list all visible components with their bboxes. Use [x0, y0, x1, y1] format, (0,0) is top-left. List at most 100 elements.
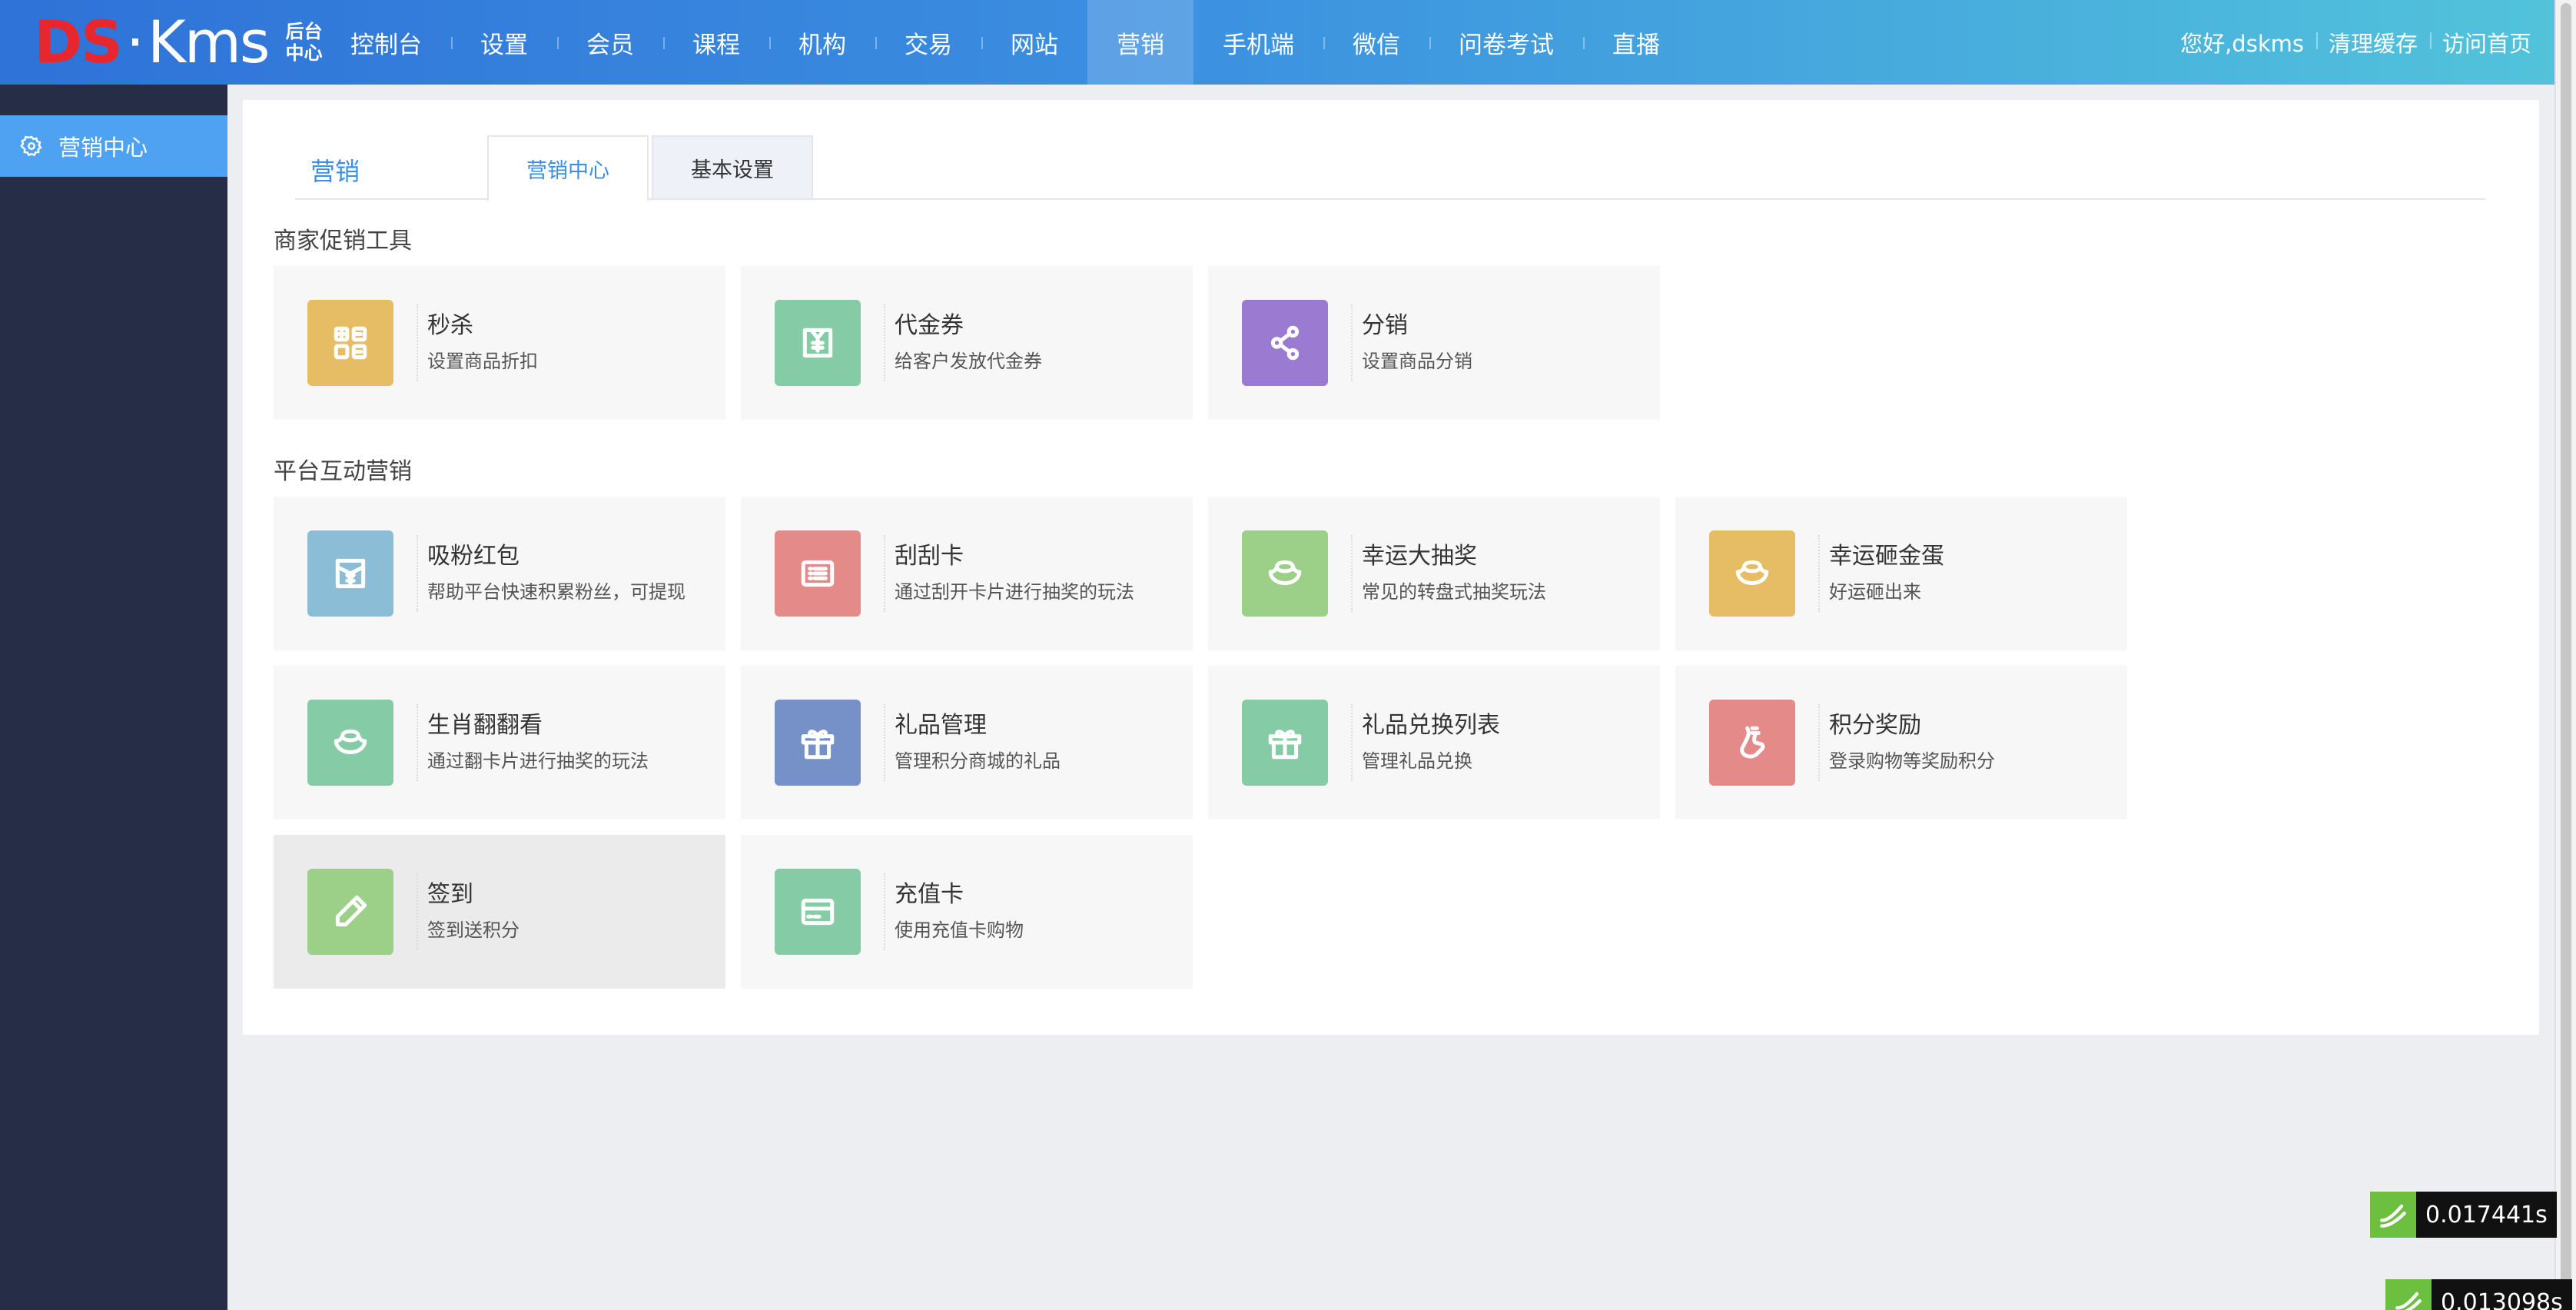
- card-golden-egg[interactable]: 幸运砸金蛋 好运砸出来: [1675, 497, 2127, 650]
- card-icon-bg: [1242, 700, 1328, 786]
- card-divider: [1818, 535, 1820, 612]
- timing-badge: 0.017441s: [2370, 1192, 2557, 1238]
- recharge-card-icon: [801, 898, 835, 926]
- tab-label: 基本设置: [691, 158, 774, 182]
- card-scratch-card[interactable]: 刮刮卡 通过刮开卡片进行抽奖的玩法: [741, 497, 1193, 650]
- card-gift-exchange-list[interactable]: 礼品兑换列表 管理礼品兑换: [1208, 666, 1660, 820]
- nav-item-trade[interactable]: 交易: [875, 0, 981, 85]
- logo[interactable]: DS·Kms 后台 中心: [34, 8, 328, 77]
- timing-badge: 0.013098s: [2385, 1279, 2572, 1310]
- tab-basic-settings[interactable]: 基本设置: [652, 135, 813, 200]
- card-title: 吸粉红包: [427, 543, 520, 570]
- ingot-icon: [334, 729, 367, 754]
- nav-item-wechat[interactable]: 微信: [1323, 0, 1429, 85]
- tab-bar: 营销 营销中心 基本设置: [295, 135, 2485, 201]
- card-recharge-card[interactable]: 充值卡 使用充值卡购物: [741, 835, 1193, 989]
- card-divider: [884, 535, 885, 612]
- pencil-icon: [335, 895, 367, 927]
- visit-home-link[interactable]: 访问首页: [2429, 26, 2544, 58]
- gift-icon: [801, 730, 835, 760]
- card-title: 秒杀: [427, 312, 473, 339]
- card-icon-bg: [775, 300, 861, 386]
- card-list-icon: [801, 560, 835, 587]
- main-panel: 营销 营销中心 基本设置 商家促销工具 秒杀 设置商品折扣 代金券 给客户发放代…: [243, 100, 2539, 1035]
- card-distribution[interactable]: 分销 设置商品分销: [1208, 266, 1660, 420]
- voucher-icon: [802, 328, 833, 358]
- card-icon-bg: [1709, 700, 1795, 786]
- card-description: 管理积分商城的礼品: [895, 750, 1061, 772]
- card-gift-management[interactable]: 礼品管理 管理积分商城的礼品: [741, 666, 1193, 820]
- sidebar-item-marketing-center[interactable]: 营销中心: [0, 115, 227, 177]
- foot-icon: [1740, 726, 1765, 759]
- card-points-reward[interactable]: 积分奖励 登录购物等奖励积分: [1675, 666, 2127, 820]
- card-title: 礼品管理: [895, 712, 987, 739]
- tab-bar-title: 营销: [310, 157, 360, 186]
- card-voucher[interactable]: 代金券 给客户发放代金券: [741, 266, 1193, 420]
- clear-cache-link[interactable]: 清理缓存: [2315, 26, 2430, 58]
- tab-marketing-center[interactable]: 营销中心: [487, 135, 649, 201]
- logo-text: DS·Kms: [34, 13, 270, 71]
- nav-item-mobile[interactable]: 手机端: [1193, 0, 1323, 85]
- card-icon-bg: [1242, 530, 1328, 617]
- card-icon-bg: [307, 700, 393, 786]
- nav-item-settings[interactable]: 设置: [451, 0, 557, 85]
- card-divider: [417, 535, 418, 612]
- nav-label: 直播: [1612, 31, 1660, 59]
- grid-icon: [334, 326, 367, 360]
- scrollbar-thumb[interactable]: [2561, 3, 2571, 1304]
- leaf-icon: [2370, 1192, 2416, 1238]
- nav-item-members[interactable]: 会员: [557, 0, 663, 85]
- nav-item-website[interactable]: 网站: [981, 0, 1087, 85]
- card-fan-red-envelope[interactable]: 吸粉红包 帮助平台快速积累粉丝，可提现: [274, 497, 725, 650]
- nav-label: 网站: [1011, 31, 1058, 59]
- nav-item-institutions[interactable]: 机构: [769, 0, 875, 85]
- card-lucky-draw[interactable]: 幸运大抽奖 常见的转盘式抽奖玩法: [1208, 497, 1660, 650]
- main-nav: 控制台 设置 会员 课程 机构 交易 网站 营销 手机端 微信 问卷考试 直播: [321, 0, 1689, 85]
- section-title-merchant-tools: 商家促销工具: [274, 228, 412, 254]
- user-greeting-link[interactable]: 您好,dskms: [2168, 26, 2316, 58]
- timing-value: 0.013098s: [2432, 1279, 2572, 1310]
- card-title: 生肖翻翻看: [427, 712, 543, 739]
- card-icon-bg: [307, 530, 393, 617]
- nav-item-marketing[interactable]: 营销: [1087, 0, 1193, 85]
- card-title: 代金券: [895, 312, 964, 339]
- card-divider: [1351, 304, 1353, 381]
- card-icon-bg: [307, 300, 393, 386]
- card-description: 好运砸出来: [1829, 581, 1921, 603]
- tab-label: 营销中心: [526, 158, 609, 183]
- nav-item-survey-exam[interactable]: 问卷考试: [1429, 0, 1583, 85]
- card-title: 幸运大抽奖: [1362, 543, 1477, 570]
- card-flash-sale[interactable]: 秒杀 设置商品折扣: [274, 266, 725, 420]
- card-description: 登录购物等奖励积分: [1829, 750, 1995, 772]
- card-title: 分销: [1362, 312, 1408, 339]
- vertical-scrollbar[interactable]: [2554, 0, 2576, 1310]
- nav-label: 营销: [1117, 31, 1164, 59]
- card-title: 积分奖励: [1829, 712, 1921, 739]
- nav-item-live[interactable]: 直播: [1583, 0, 1689, 85]
- nav-item-courses[interactable]: 课程: [663, 0, 769, 85]
- card-divider: [417, 304, 418, 381]
- card-divider: [417, 704, 418, 781]
- logo-dot: ·: [125, 8, 144, 76]
- nav-label: 问卷考试: [1459, 31, 1554, 59]
- red-envelope-icon: [335, 558, 366, 589]
- ingot-icon: [1268, 560, 1302, 585]
- card-description: 给客户发放代金券: [895, 351, 1042, 372]
- nav-item-console[interactable]: 控制台: [321, 0, 451, 85]
- card-divider: [1351, 704, 1353, 781]
- gear-icon: [20, 135, 42, 157]
- card-zodiac-flip[interactable]: 生肖翻翻看 通过翻卡片进行抽奖的玩法: [274, 666, 725, 820]
- card-divider: [884, 704, 885, 781]
- card-description: 通过翻卡片进行抽奖的玩法: [427, 750, 649, 772]
- card-check-in[interactable]: 签到 签到送积分: [274, 835, 725, 989]
- card-description: 帮助平台快速积累粉丝，可提现: [427, 581, 685, 603]
- card-description: 管理礼品兑换: [1362, 750, 1472, 772]
- sidebar-item-label: 营销中心: [58, 135, 148, 161]
- nav-label: 设置: [480, 31, 528, 59]
- ingot-icon: [1735, 560, 1769, 585]
- nav-label: 会员: [586, 31, 634, 59]
- card-title: 刮刮卡: [895, 543, 964, 570]
- logo-kms: Kms: [148, 8, 270, 76]
- timing-value: 0.017441s: [2416, 1192, 2557, 1238]
- card-description: 常见的转盘式抽奖玩法: [1362, 581, 1546, 603]
